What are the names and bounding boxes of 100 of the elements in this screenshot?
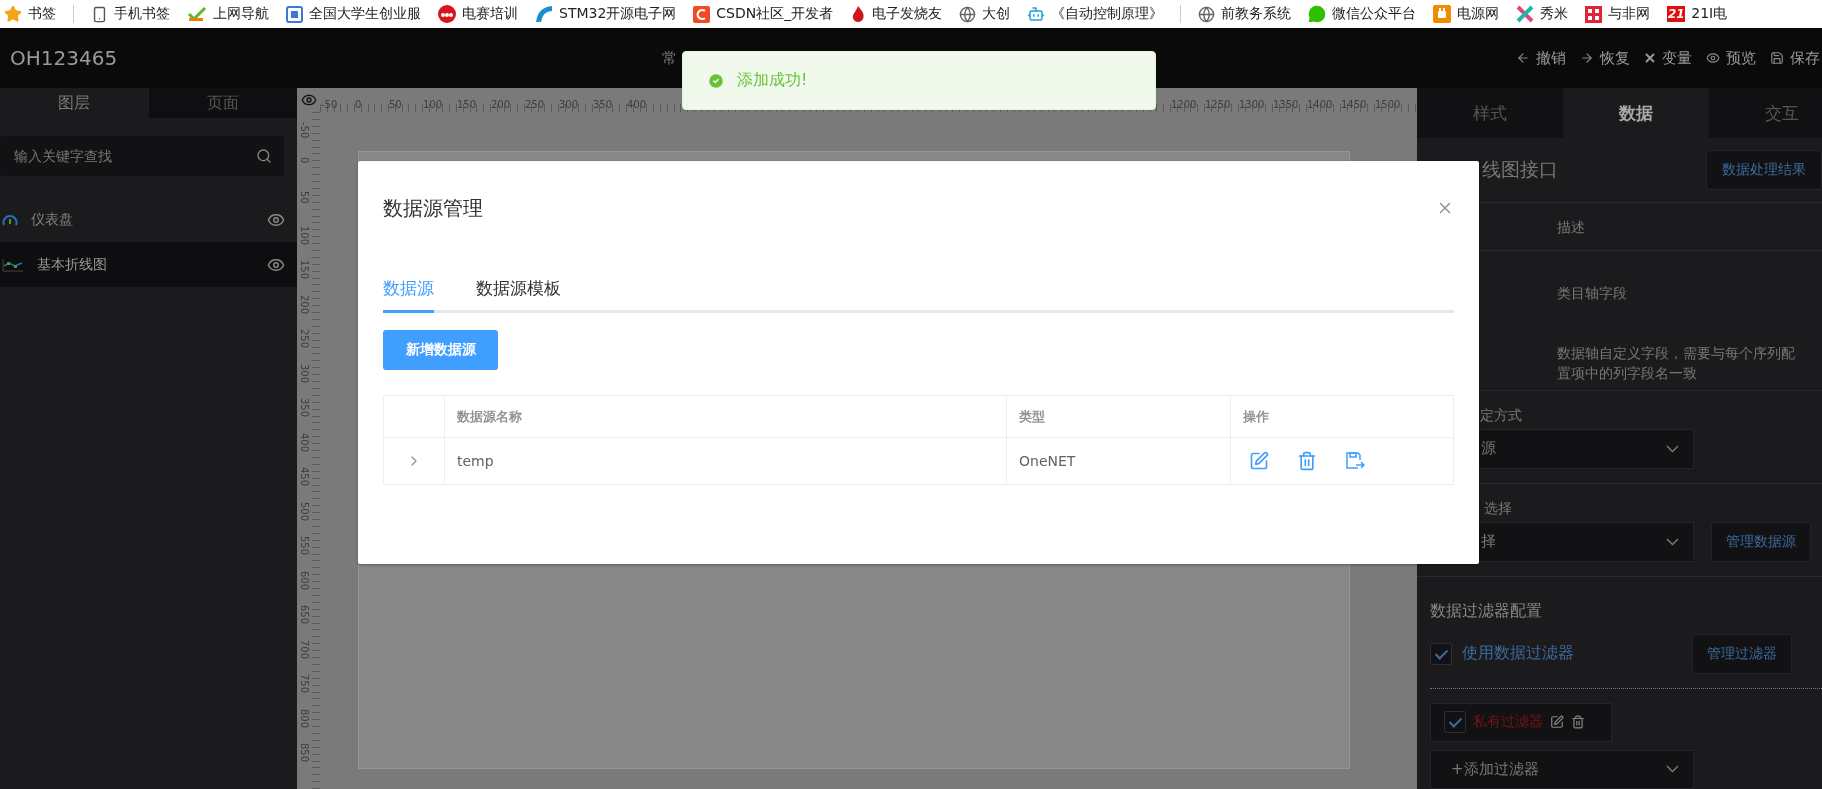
bookmark-link[interactable]: 电子发烧友 [850, 5, 943, 23]
bookmark-link[interactable]: 电源网 [1433, 5, 1500, 23]
chat-icon [1308, 5, 1327, 23]
filter-name: 私有过滤器 [1473, 713, 1543, 732]
bookmark-link[interactable]: 21 21I电 [1667, 5, 1728, 23]
bookmark-link[interactable]: STM32开源电子网 [535, 5, 677, 23]
toolbar-button[interactable]: 保存 [1770, 48, 1820, 68]
chevron-down-icon [1666, 444, 1679, 453]
bookmark-link[interactable]: CSDN社区_开发者 [693, 5, 834, 23]
checkmark-icon [187, 6, 207, 22]
ruler-label: 400 [299, 432, 310, 452]
ruler-label: 100 [299, 225, 310, 245]
line-chart-icon [2, 257, 24, 272]
x-icon [1644, 52, 1656, 64]
eye-icon [1706, 51, 1720, 65]
logo-icon: 21 [1667, 6, 1686, 22]
ruler-label: 150 [457, 99, 477, 110]
ruler-label: 250 [299, 329, 310, 349]
field-text: 描述 [1557, 217, 1585, 237]
column-header: 类型 [1006, 396, 1230, 438]
ruler-label: 300 [559, 99, 579, 110]
checkbox-label: 使用数据过滤器 [1462, 643, 1575, 665]
search-field[interactable]: 输入关键字查找 [0, 136, 284, 176]
search-icon [256, 148, 272, 164]
ruler-label: 750 [299, 674, 310, 694]
ruler-label: 1350 [1273, 99, 1299, 110]
checkbox[interactable] [1430, 642, 1452, 665]
select-field[interactable]: +添加过滤器 [1430, 749, 1694, 789]
edit-icon[interactable] [1249, 451, 1269, 471]
globe-icon [959, 5, 977, 23]
ruler-label: 200 [299, 294, 310, 314]
section-heading: 数据过滤器配置 [1430, 600, 1543, 622]
ruler-label: 1450 [1341, 99, 1367, 110]
toolbar-button[interactable]: 恢复 [1580, 48, 1630, 68]
grid-icon [1585, 5, 1603, 23]
ruler-label: 550 [299, 536, 310, 556]
toast-message: 添加成功! [737, 70, 808, 91]
tab[interactable]: 数据源模板 [476, 267, 561, 313]
phone-icon [91, 5, 108, 23]
plug-icon [1433, 5, 1452, 23]
ruler-label: 1250 [1205, 99, 1231, 110]
toolbar-button[interactable]: 变量 [1644, 48, 1692, 68]
column-header: 数据源名称 [444, 396, 1006, 438]
table-cell: OneNET [1006, 438, 1230, 484]
star-icon [4, 5, 22, 23]
field-text: 数据轴自定义字段，需要与每个序列配置项中的列字段名一致 [1557, 343, 1796, 383]
checkbox[interactable] [1444, 711, 1466, 734]
bookmark-link[interactable]: 大创 [959, 5, 1011, 23]
eye-icon [300, 92, 317, 108]
ruler-label: 1400 [1307, 99, 1333, 110]
bookmark-link[interactable]: 全国大学生创业服 [286, 5, 421, 23]
bookmark-link[interactable]: 微信公众平台 [1308, 5, 1417, 23]
ruler-label: 1200 [1171, 99, 1197, 110]
ruler-label: 500 [299, 501, 310, 521]
ruler-label: 450 [299, 467, 310, 487]
dialog-title: 数据源管理 [383, 194, 483, 222]
bookmark-link[interactable]: 上网导航 [187, 5, 269, 23]
bookmark-link[interactable]: 《自动控制原理》 [1027, 5, 1164, 23]
ruler-label: 50 [299, 191, 310, 204]
ruler-label: 0 [299, 156, 310, 163]
bookmark-link[interactable]: 前教务系统 [1198, 5, 1292, 23]
layer-item[interactable]: 基本折线图 [0, 242, 297, 287]
bookmark-link[interactable]: 秀米 [1516, 5, 1569, 23]
ruler-label: 600 [299, 570, 310, 590]
field-text: 类目轴字段 [1557, 284, 1627, 304]
ruler-label: 300 [299, 363, 310, 383]
ruler-label: 350 [593, 99, 613, 110]
toolbar-button[interactable]: 预览 [1706, 48, 1756, 68]
robot-icon [1027, 5, 1046, 23]
ruler-label: 50 [389, 99, 402, 110]
field-label: 选择 [1483, 499, 1513, 518]
app-id: OH123465 [10, 46, 119, 70]
bookmark-link[interactable]: 电赛培训 [438, 5, 518, 23]
ruler-label: 1500 [1375, 99, 1401, 110]
wave-icon [535, 5, 553, 23]
toolbar-button[interactable]: 撤销 [1516, 48, 1566, 68]
ruler-label: 400 [627, 99, 647, 110]
ruler-label: 1300 [1239, 99, 1265, 110]
bookmark-link[interactable]: 书签 [4, 5, 56, 23]
cross-icon [1516, 5, 1535, 23]
export-icon[interactable] [1345, 451, 1365, 471]
ruler-label: 850 [299, 743, 310, 763]
bookmark-link[interactable]: 手机书签 [91, 5, 170, 23]
ruler-label: 200 [491, 99, 511, 110]
trash-icon[interactable] [1297, 451, 1317, 471]
save-icon [1770, 51, 1784, 65]
square-icon [286, 5, 303, 23]
trash-icon[interactable] [1571, 715, 1585, 730]
ruler-label: 350 [299, 398, 310, 418]
ruler-label: 150 [299, 260, 310, 280]
field-label: 定方式 [1479, 406, 1523, 425]
edit-icon[interactable] [1550, 715, 1564, 730]
ruler-label: 650 [299, 605, 310, 625]
c-icon [693, 5, 711, 23]
globe-icon [1198, 5, 1216, 23]
gauge-icon [2, 212, 18, 227]
bookmark-link[interactable]: 与非网 [1585, 5, 1651, 23]
table-cell: temp [444, 438, 1006, 484]
menu-item[interactable]: 常 [662, 48, 677, 68]
ruler-label: 250 [525, 99, 545, 110]
